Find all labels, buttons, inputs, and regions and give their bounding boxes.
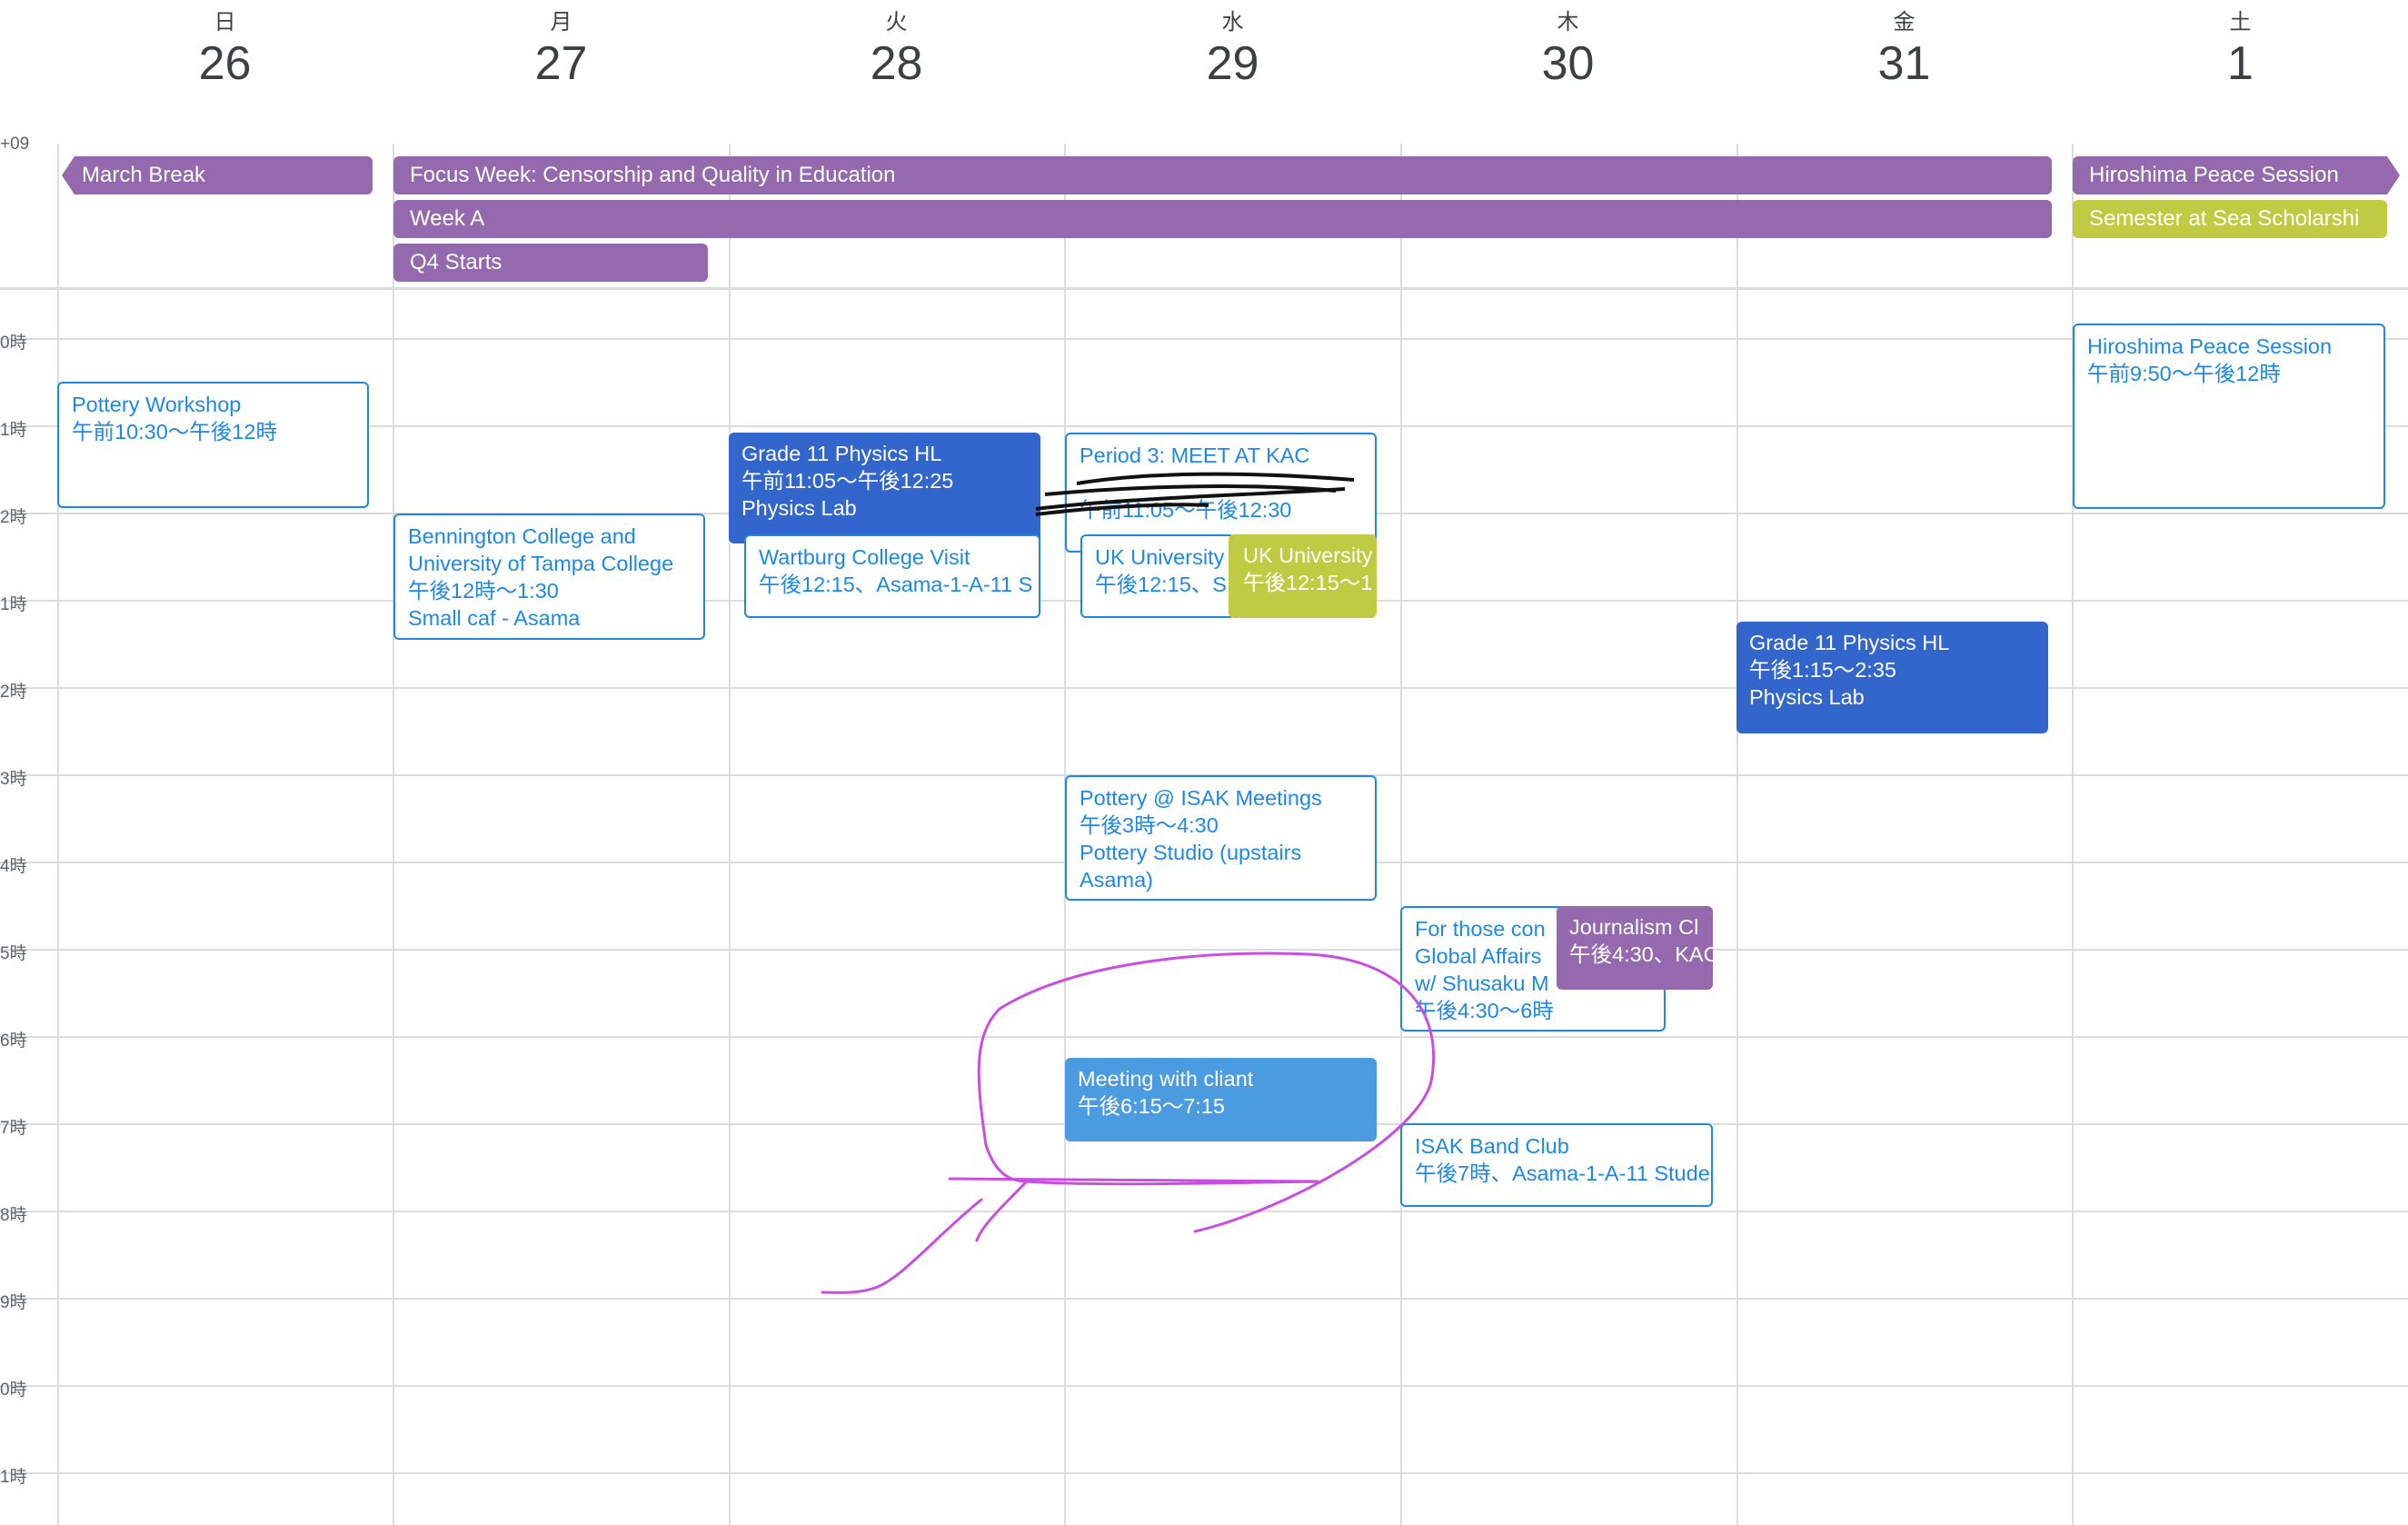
event-title: UK University [1243,543,1373,567]
event-pottery-isak[interactable]: Pottery @ ISAK Meetings 午後3時〜4:30 Potter… [1065,775,1377,901]
event-hiroshima-peace-session[interactable]: Hiroshima Peace Session 午前9:50〜午後12時 [2073,324,2385,509]
all-day-event-march-break[interactable]: March Break [62,156,373,194]
event-location: Small caf - Asama [408,606,581,630]
column-divider [1736,144,1738,1525]
all-day-event-semester-at-sea[interactable]: Semester at Sea Scholarshi [2073,200,2387,238]
event-title: Journalism Cl [1569,915,1699,939]
day-of-week: 日 [214,10,236,35]
event-time: 午前11:05〜午後12:25 [741,469,954,493]
event-location: Physics Lab [741,496,857,520]
event-time: 午後12:15、S [1095,573,1227,596]
day-of-week: 水 [1221,10,1244,35]
hour-label: 6時 [0,1032,27,1051]
event-time: 午前10:30〜午後12時 [72,420,277,444]
event-bennington[interactable]: Bennington College and University of Tam… [393,513,705,640]
event-time: 午後6:15〜7:15 [1078,1094,1225,1118]
event-uk-university-1[interactable]: UK University 午後12:15、S [1080,534,1235,618]
day-of-week: 土 [2229,10,2252,35]
hour-label: 9時 [0,1293,27,1312]
day-of-week: 木 [1557,10,1579,35]
hour-label: 2時 [0,683,27,702]
column-divider [393,144,394,1525]
event-title: ISAK Band Club [1415,1134,1569,1158]
hour-label: 2時 [0,508,27,527]
day-date[interactable]: 29 [1065,36,1400,91]
event-physics-tue[interactable]: Grade 11 Physics HL 午前11:05〜午後12:25 Phys… [729,433,1040,543]
event-time: 午後4:30、KAC [1569,942,1713,966]
event-location-cont: Asama) [1080,868,1153,892]
all-day-event-focus-week[interactable]: Focus Week: Censorship and Quality in Ed… [393,156,2052,194]
hour-line [0,1298,2408,1300]
all-day-event-week-a[interactable]: Week A [393,200,2052,238]
hour-line [0,1211,2408,1212]
hour-label: 4時 [0,857,27,876]
hour-label: 7時 [0,1119,27,1138]
all-day-event-q4-starts[interactable]: Q4 Starts [393,244,708,282]
event-title: Wartburg College Visit [759,545,970,569]
hour-line [0,1036,2408,1038]
hour-label: 3時 [0,770,27,789]
event-meeting-with-cliant[interactable]: Meeting with cliant 午後6:15〜7:15 [1065,1058,1377,1141]
column-divider [1400,144,1402,1525]
event-location: Physics Lab [1749,685,1865,709]
hour-label: 0時 [0,334,27,353]
day-date[interactable]: 30 [1400,36,1736,91]
event-time: 午後7時、Asama-1-A-11 Stude [1415,1161,1710,1185]
day-date[interactable]: 28 [729,36,1064,91]
event-physics-fri[interactable]: Grade 11 Physics HL 午後1:15〜2:35 Physics … [1736,622,2048,733]
column-divider [729,144,731,1525]
event-title: Pottery @ ISAK Meetings [1080,786,1322,810]
event-title: Hiroshima Peace Session [2087,334,2333,358]
day-date[interactable]: 31 [1736,36,2072,91]
hour-line [0,1385,2408,1387]
event-time: 午後12:15、Asama-1-A-11 S [759,573,1033,596]
all-day-event-hiroshima[interactable]: Hiroshima Peace Session [2073,156,2400,194]
hour-label: 0時 [0,1380,27,1400]
event-title: Pottery Workshop [72,393,242,416]
event-time: 午後4:30〜6時 [1415,999,1554,1022]
event-title: Grade 11 Physics HL [741,442,942,465]
event-isak-band-club[interactable]: ISAK Band Club 午後7時、Asama-1-A-11 Stude [1400,1123,1713,1207]
event-journalism[interactable]: Journalism Cl 午後4:30、KAC [1557,906,1713,990]
hour-line [0,1472,2408,1474]
event-title: Period 3: MEET AT KAC [1080,444,1310,467]
event-time: 午後12時〜1:30 [408,579,559,603]
event-title: UK University [1095,545,1225,569]
event-location: Pottery Studio (upstairs [1080,841,1302,864]
hour-label: 5時 [0,944,27,963]
event-wartburg[interactable]: Wartburg College Visit 午後12:15、Asama-1-A… [744,534,1040,618]
all-day-separator [0,287,2408,290]
event-time: 午後1:15〜2:35 [1749,658,1896,682]
day-of-week: 月 [550,10,572,35]
event-pottery-workshop[interactable]: Pottery Workshop 午前10:30〜午後12時 [57,382,369,508]
event-time: 午後12:15〜1 [1243,571,1373,594]
event-time: 午前11:05〜午後12:30 [1080,498,1292,522]
event-time: 午前9:50〜午後12時 [2087,362,2281,385]
day-date[interactable]: 27 [393,36,729,91]
hour-line [0,949,2408,951]
timezone-label: +09 [0,135,30,154]
day-of-week: 火 [885,10,908,35]
hour-label: 1時 [0,595,27,614]
event-title: Meeting with cliant [1078,1067,1254,1091]
day-date[interactable]: 1 [2073,36,2408,91]
hour-label: 1時 [0,421,27,440]
event-time: 午後3時〜4:30 [1080,813,1219,837]
day-of-week: 金 [1893,10,1915,35]
day-date[interactable]: 26 [57,36,393,91]
hour-label: 8時 [0,1206,27,1225]
event-title: Grade 11 Physics HL [1749,631,1950,654]
column-divider [57,144,59,1525]
event-redacted-line [1080,469,1362,496]
event-uk-university-2[interactable]: UK University 午後12:15〜1 [1229,534,1377,618]
hour-line [0,338,2408,340]
hour-label: 1時 [0,1468,27,1487]
event-title: Bennington College and [408,524,636,548]
event-title-cont: University of Tampa College [408,552,674,575]
